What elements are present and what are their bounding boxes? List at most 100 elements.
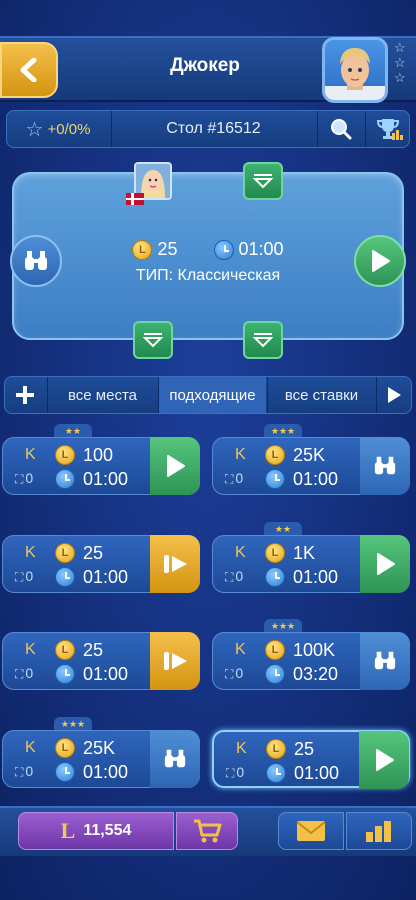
clock-icon: [266, 763, 286, 783]
filter-suitable[interactable]: подходящие: [158, 377, 266, 413]
table-time: 01:00: [83, 469, 129, 489]
game-type-label: K: [235, 446, 246, 463]
game-type-label: K: [25, 446, 36, 463]
clock-icon: [213, 240, 234, 261]
table-time: 01:00: [83, 762, 129, 782]
user-avatar[interactable]: [322, 37, 388, 103]
spectators-count: 0: [25, 470, 34, 486]
rank-star-icon: ☆: [394, 40, 406, 55]
info-bar: ☆ +0/0% Стол #16512: [6, 110, 410, 148]
table-time: 01:00: [83, 567, 129, 587]
cart-icon: [194, 819, 222, 843]
table-bet: 25K: [83, 738, 116, 758]
triangle-down-icon: [252, 174, 274, 189]
spectators: ⛶ 0: [15, 665, 33, 682]
filter-all-seats[interactable]: все места: [47, 377, 157, 413]
table-stars: ★★: [264, 522, 302, 536]
bar-chart-icon: [366, 821, 391, 842]
back-button[interactable]: [0, 42, 58, 98]
seat-bottom-left-button[interactable]: [133, 321, 173, 359]
clock-icon: [55, 664, 75, 684]
table-join-button[interactable]: [150, 535, 200, 593]
table-card[interactable]: K ⛶ 0 L 1K 01:00: [212, 535, 410, 593]
spectators-count: 0: [235, 470, 244, 486]
coin-icon: L: [265, 543, 285, 563]
triangle-down-icon: [142, 333, 164, 348]
table-card[interactable]: K ⛶ 0 L 25 01:00: [2, 535, 200, 593]
rating: ☆ +0/0%: [7, 111, 109, 147]
binoculars-small-icon: ⛶: [225, 570, 234, 584]
table-join-button[interactable]: [150, 632, 200, 690]
table-watch-button[interactable]: [360, 437, 410, 495]
mail-button[interactable]: [278, 812, 344, 850]
table-card[interactable]: K ⛶ 0 L 25K 01:00: [2, 730, 200, 788]
table-bet: 25: [294, 739, 315, 759]
table-time: 01:00: [238, 239, 284, 259]
rating-value: +0/0%: [47, 120, 91, 138]
filter-next-button[interactable]: [376, 377, 411, 413]
page-title: Джокер: [170, 55, 240, 76]
table-play-button[interactable]: [359, 731, 409, 789]
filter-all-bets[interactable]: все ставки: [267, 377, 375, 413]
table-card[interactable]: K ⛶ 0 L 25K 01:00: [212, 437, 410, 495]
balance-button[interactable]: L 11,554: [18, 812, 174, 850]
clock-icon: [265, 567, 285, 587]
coin-icon: L: [55, 445, 75, 465]
trophy-icon: [376, 119, 403, 140]
spectators-count: 0: [235, 665, 244, 681]
coin-icon: L: [55, 543, 75, 563]
seat-bottom-right-button[interactable]: [243, 321, 283, 359]
stats-button[interactable]: [346, 812, 412, 850]
play-icon: [377, 553, 395, 575]
spectators-count: 0: [25, 568, 34, 584]
table-bet: 25K: [293, 445, 326, 465]
binoculars-small-icon: ⛶: [15, 472, 24, 486]
table-bet: 25: [157, 239, 178, 259]
spectators: ⛶ 0: [15, 763, 33, 780]
leaderboard-button[interactable]: [365, 111, 411, 147]
binoculars-small-icon: ⛶: [15, 765, 24, 779]
clock-icon: [55, 762, 75, 782]
play-icon: [376, 749, 394, 771]
table-card[interactable]: K ⛶ 0 L 25 01:00: [212, 730, 410, 789]
table-card[interactable]: K ⛶ 0 L 25 01:00: [2, 632, 200, 690]
seat-top-button[interactable]: [243, 162, 283, 200]
avatar-face-icon: [325, 48, 385, 100]
table-play-button[interactable]: [360, 535, 410, 593]
spectators: ⛶ 0: [15, 470, 33, 487]
table-card[interactable]: K ⛶ 0 L 100 01:00: [2, 437, 200, 495]
table-play-button[interactable]: [150, 437, 200, 495]
table-bet: 100: [83, 445, 114, 465]
play-icon: [388, 387, 401, 403]
table-watch-button[interactable]: [360, 632, 410, 690]
table-bet: 100K: [293, 640, 336, 660]
binoculars-icon: [374, 651, 396, 670]
coin-icon: L: [55, 738, 75, 758]
table-time: 01:00: [293, 567, 339, 587]
shop-button[interactable]: [176, 812, 238, 850]
game-type-label: K: [25, 641, 36, 658]
balance-value: 11,554: [83, 822, 132, 839]
rank-stars: ☆ ☆ ☆: [394, 40, 410, 85]
spectators: ⛶ 0: [15, 568, 33, 585]
table-watch-button[interactable]: [150, 730, 200, 788]
search-icon: [330, 119, 351, 140]
add-table-button[interactable]: [5, 377, 45, 413]
clock-icon: [265, 664, 285, 684]
table-stars: ★★: [54, 424, 92, 438]
table-time: 01:00: [293, 469, 339, 489]
denmark-flag-icon: [126, 193, 144, 205]
spectators-count: 0: [25, 763, 34, 779]
spectators: ⛶ 0: [225, 568, 243, 585]
table-number: Стол #16512: [111, 111, 315, 147]
game-type-label: K: [236, 740, 247, 757]
search-button[interactable]: [317, 111, 363, 147]
star-icon: ☆: [25, 118, 44, 141]
spectators: ⛶ 0: [225, 665, 243, 682]
table-card[interactable]: K ⛶ 0 L 100K 03:20: [212, 632, 410, 690]
play-icon: [167, 455, 185, 477]
table-time: 01:00: [83, 664, 129, 684]
clock-icon: [265, 469, 285, 489]
table-bet: 1K: [293, 543, 316, 563]
game-type-label: K: [25, 739, 36, 756]
